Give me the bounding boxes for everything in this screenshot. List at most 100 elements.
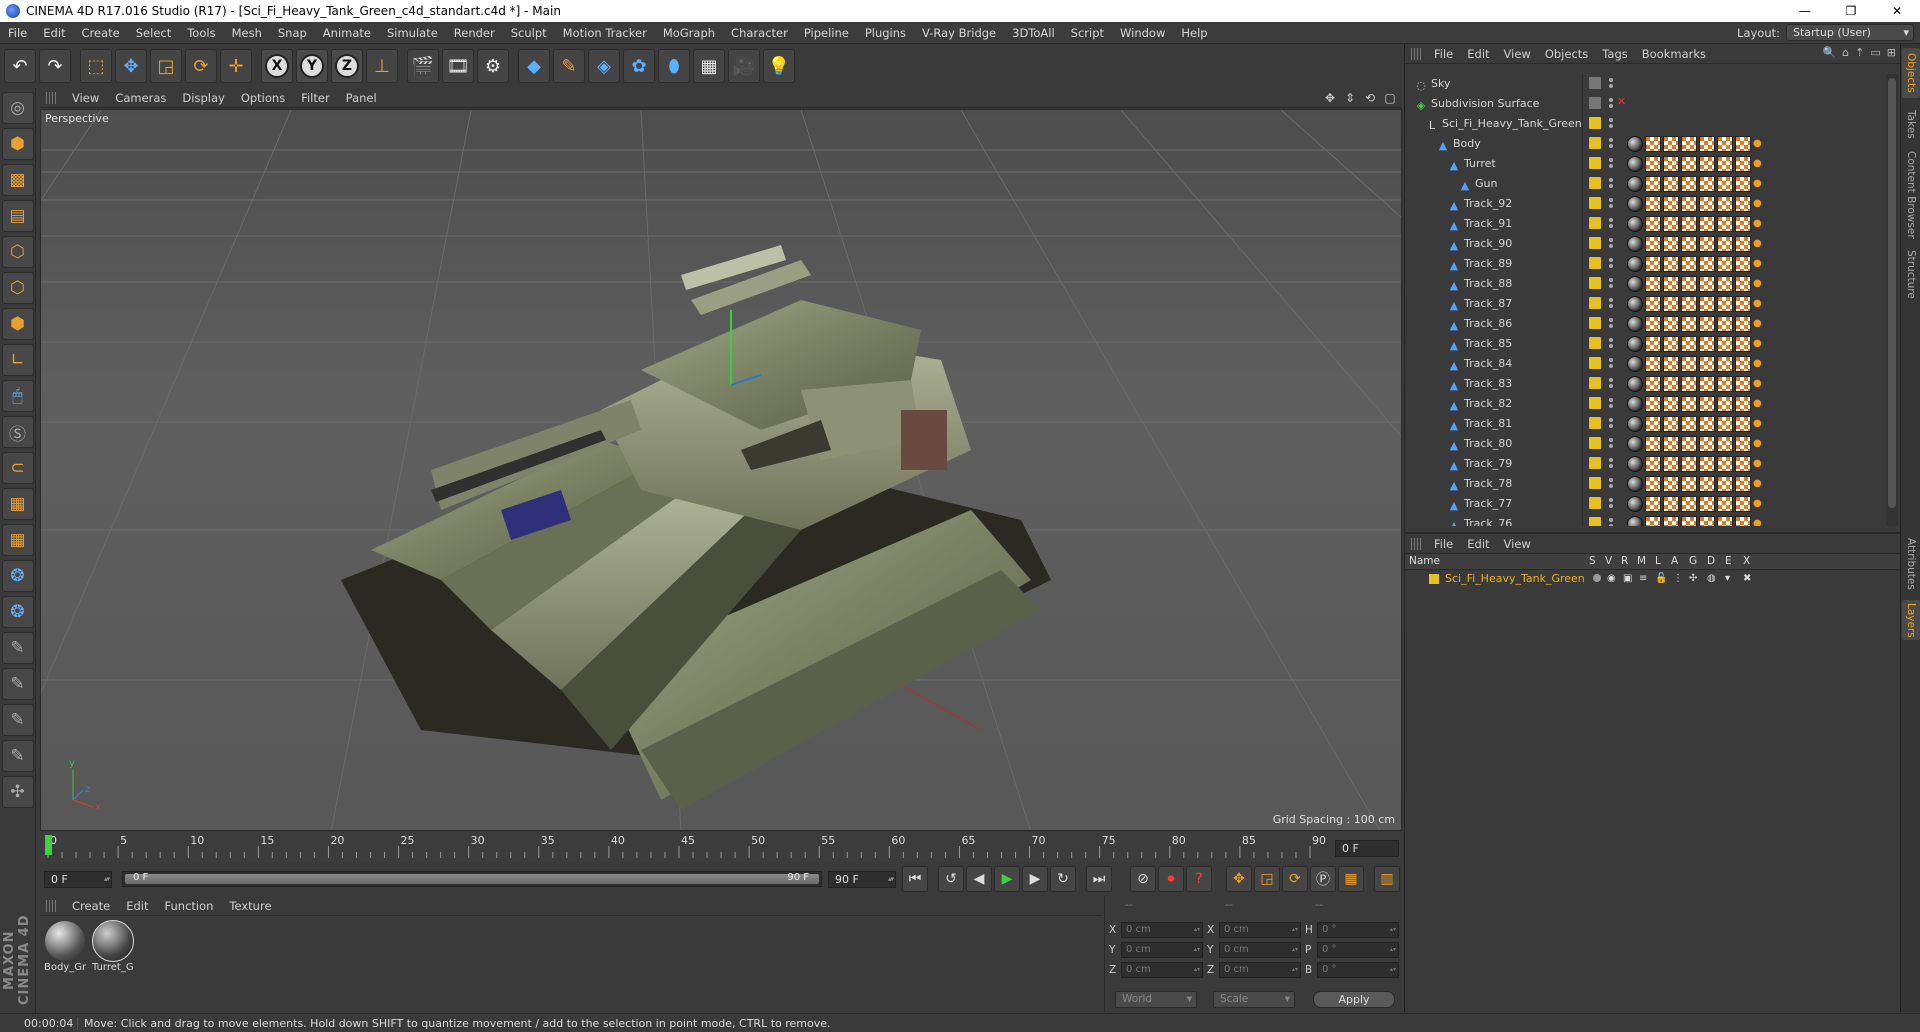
apply-button[interactable]: Apply (1313, 991, 1395, 1008)
render-view-icon[interactable]: 🎬 (407, 49, 439, 83)
material-menu-texture[interactable]: Texture (221, 899, 279, 913)
texture-tag-icon[interactable] (1699, 516, 1715, 526)
texture-tag-icon[interactable] (1735, 256, 1751, 272)
object-row[interactable]: L Sci_Fi_Heavy_Tank_Green (1405, 114, 1883, 134)
material-tag-icon[interactable] (1627, 236, 1643, 252)
viewport-menu-cameras[interactable]: Cameras (107, 91, 174, 105)
object-name-cell[interactable]: ▲ Track_88 (1405, 274, 1583, 294)
texture-tag-icon[interactable] (1717, 296, 1733, 312)
object-name-cell[interactable]: ▲ Track_80 (1405, 434, 1583, 454)
object-name-cell[interactable]: ▲ Track_78 (1405, 474, 1583, 494)
material-menu-function[interactable]: Function (157, 899, 222, 913)
material-menu-create[interactable]: Create (64, 899, 118, 913)
texture-tag-icon[interactable] (1699, 156, 1715, 172)
texture-tag-icon[interactable] (1645, 196, 1661, 212)
go-to-end-button[interactable]: ⏭ (1086, 866, 1112, 892)
pose-icon[interactable]: ✎ (1, 668, 34, 700)
texture-tag-icon[interactable] (1663, 276, 1679, 292)
editor-visibility-dot[interactable] (1609, 218, 1613, 222)
layer-render-icon[interactable]: ▣ (1623, 573, 1632, 584)
layer-color-icon[interactable] (1589, 157, 1601, 169)
texture-tag-icon[interactable] (1645, 416, 1661, 432)
texture-tag-icon[interactable] (1645, 236, 1661, 252)
layer-lock-icon[interactable]: 🔓 (1655, 573, 1667, 584)
frame-range-slider[interactable]: 0 F 90 F (122, 871, 822, 887)
texture-tag-icon[interactable] (1681, 176, 1697, 192)
texture-tag-icon[interactable] (1663, 216, 1679, 232)
texture-tag-icon[interactable] (1735, 216, 1751, 232)
object-name-cell[interactable]: ▲ Track_77 (1405, 494, 1583, 514)
render-visibility-dot[interactable] (1609, 264, 1613, 268)
undo-icon[interactable]: ↶ (4, 49, 36, 83)
object-name-cell[interactable]: ▲ Track_85 (1405, 334, 1583, 354)
model-mode-icon[interactable]: ⬢ (1, 128, 34, 160)
material-tag-icon[interactable] (1627, 396, 1643, 412)
layer-color-icon[interactable] (1589, 497, 1601, 509)
layer-manager-icon[interactable]: ≡ (1639, 573, 1647, 584)
material-tag-icon[interactable] (1627, 276, 1643, 292)
texture-tag-icon[interactable] (1645, 156, 1661, 172)
position-z-field[interactable]: 0 cm (1121, 962, 1203, 978)
phong-tag-icon[interactable]: ● (1753, 316, 1763, 332)
maximize-button[interactable]: ❐ (1828, 0, 1874, 22)
object-name-cell[interactable]: ▲ Track_79 (1405, 454, 1583, 474)
layer-color-swatch[interactable] (1429, 574, 1439, 584)
object-name-cell[interactable]: ▲ Track_83 (1405, 374, 1583, 394)
viewport-menu-panel[interactable]: Panel (338, 91, 385, 105)
layer-color-icon[interactable] (1589, 477, 1601, 489)
menu-pipeline[interactable]: Pipeline (796, 26, 857, 40)
phong-tag-icon[interactable]: ● (1753, 516, 1763, 526)
rotate-tool-icon[interactable]: ⟳ (185, 49, 217, 83)
texture-tag-icon[interactable] (1663, 236, 1679, 252)
orbit-view-icon[interactable]: ⟲ (1362, 90, 1378, 106)
workplane-grid-icon[interactable]: ▦ (1, 488, 34, 520)
material-tag-icon[interactable] (1627, 436, 1643, 452)
render-visibility-dot[interactable] (1609, 424, 1613, 428)
keyframe-selection-icon[interactable]: ⊘ (1130, 866, 1156, 892)
panel-grip-icon[interactable] (1411, 47, 1421, 60)
scale-tool-icon[interactable]: ◲ (150, 49, 182, 83)
material-tag-icon[interactable] (1627, 316, 1643, 332)
rotation-b-field[interactable]: 0 ° (1317, 962, 1399, 978)
material-tag-icon[interactable] (1627, 256, 1643, 272)
texture-tag-icon[interactable] (1681, 456, 1697, 472)
render-visibility-dot[interactable] (1609, 344, 1613, 348)
material-tag-icon[interactable] (1627, 196, 1643, 212)
texture-tag-icon[interactable] (1663, 156, 1679, 172)
render-visibility-dot[interactable] (1609, 404, 1613, 408)
render-visibility-dot[interactable] (1609, 244, 1613, 248)
editor-visibility-dot[interactable] (1609, 518, 1613, 522)
layer-generator-icon[interactable]: ✣ (1689, 573, 1697, 584)
texture-tag-icon[interactable] (1735, 176, 1751, 192)
tab-content-browser[interactable]: Content Browser (1902, 150, 1920, 240)
tank-model[interactable] (341, 245, 1051, 810)
start-frame-field[interactable]: 0 F (44, 871, 112, 888)
disabled-icon[interactable]: ✕ (1617, 95, 1626, 108)
texture-tag-icon[interactable] (1645, 176, 1661, 192)
render-visibility-dot[interactable] (1609, 444, 1613, 448)
editor-visibility-dot[interactable] (1609, 78, 1613, 82)
phong-tag-icon[interactable]: ● (1753, 356, 1763, 372)
object-name-cell[interactable]: ▲ Track_81 (1405, 414, 1583, 434)
layer-name[interactable]: Sci_Fi_Heavy_Tank_Green (1445, 572, 1585, 585)
next-key-button[interactable]: ↻ (1050, 866, 1076, 892)
z-axis-lock-button[interactable]: Z (331, 49, 363, 83)
texture-tag-icon[interactable] (1681, 496, 1697, 512)
phong-tag-icon[interactable]: ● (1753, 296, 1763, 312)
edges-mode-icon[interactable]: ⬡ (1, 272, 34, 304)
texture-tag-icon[interactable] (1663, 436, 1679, 452)
timeline-window-icon[interactable]: ▥ (1374, 866, 1400, 892)
motion-icon[interactable]: ✣ (1, 776, 34, 808)
new-window-icon[interactable]: ▭ (1870, 46, 1880, 59)
menu-sculpt[interactable]: Sculpt (503, 26, 555, 40)
object-name-cell[interactable]: ◈ Subdivision Surface (1405, 94, 1583, 114)
phong-tag-icon[interactable]: ● (1753, 276, 1763, 292)
texture-tag-icon[interactable] (1663, 296, 1679, 312)
layer-none-icon[interactable] (1589, 77, 1601, 89)
layer-color-icon[interactable] (1589, 317, 1601, 329)
texture-tag-icon[interactable] (1645, 376, 1661, 392)
editor-visibility-dot[interactable] (1609, 358, 1613, 362)
polygons-mode-icon[interactable]: ⬢ (1, 308, 34, 340)
material-tag-icon[interactable] (1627, 216, 1643, 232)
menu-vray-bridge[interactable]: V-Ray Bridge (914, 26, 1004, 40)
